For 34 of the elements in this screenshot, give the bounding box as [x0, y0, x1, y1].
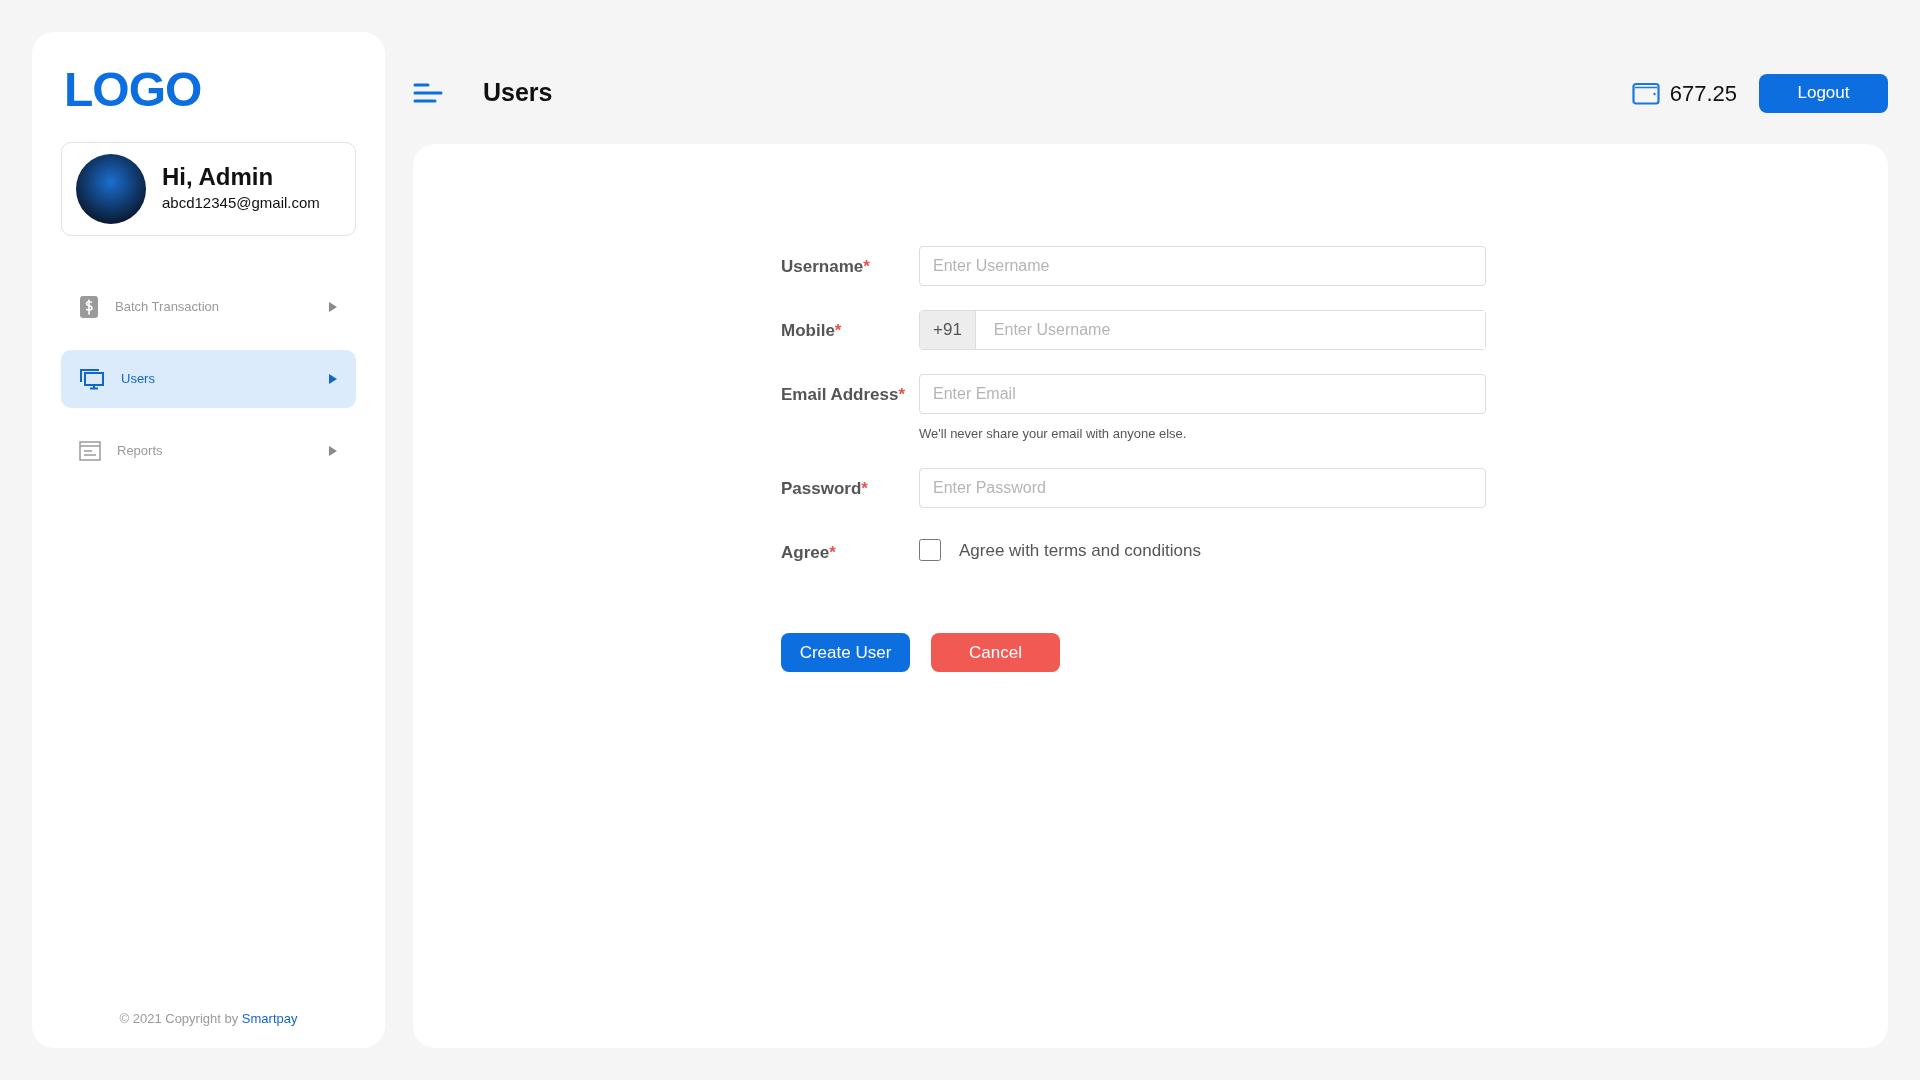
checkbox[interactable] — [919, 539, 941, 562]
wallet-icon — [1631, 81, 1660, 105]
help-text: We'll never share your email with anyone else. — [919, 425, 1188, 443]
menu-icon[interactable] — [413, 82, 443, 104]
page-title: Users — [483, 77, 553, 109]
create-user-button[interactable]: Create User — [781, 633, 910, 672]
cancel-button[interactable]: Cancel — [931, 633, 1060, 672]
caret-icon — [328, 301, 338, 313]
document-icon — [79, 441, 101, 461]
user-email: abcd12345@gmail.com — [162, 193, 320, 214]
caret-icon — [328, 445, 338, 457]
input-field[interactable]: +91 Enter Username — [919, 310, 1486, 350]
sidebar-nav-item[interactable]: Reports — [61, 422, 356, 480]
input-field[interactable]: Enter Username — [919, 246, 1486, 286]
logout-button[interactable]: Logout — [1759, 73, 1888, 113]
dollar-icon — [79, 295, 99, 319]
input-field[interactable]: Enter Password — [919, 467, 1486, 508]
checkbox-label: Agree with terms and conditions — [959, 539, 1201, 562]
copyright-text: © 2021 Copyright by Smartpay — [118, 1009, 299, 1028]
field-label: Agree* — [781, 541, 837, 564]
logo: LOGO — [64, 66, 203, 114]
field-label: Username* — [781, 256, 871, 278]
field-label: Email Address* — [781, 384, 907, 406]
caret-icon — [328, 373, 338, 385]
field-label: Password* — [781, 477, 869, 500]
field-label: Mobile* — [781, 320, 843, 342]
greeting: Hi, Admin — [162, 163, 275, 193]
country-code: +91 — [920, 311, 976, 349]
monitor-icon — [79, 368, 105, 390]
input-field[interactable]: Enter Email — [919, 374, 1486, 414]
balance-amount: 677.25 — [1669, 79, 1737, 108]
sidebar-nav-item[interactable]: Batch Transaction — [61, 278, 356, 336]
smartpay-link[interactable]: Smartpay — [241, 1010, 298, 1026]
sidebar-nav-item[interactable]: Users — [61, 350, 356, 408]
